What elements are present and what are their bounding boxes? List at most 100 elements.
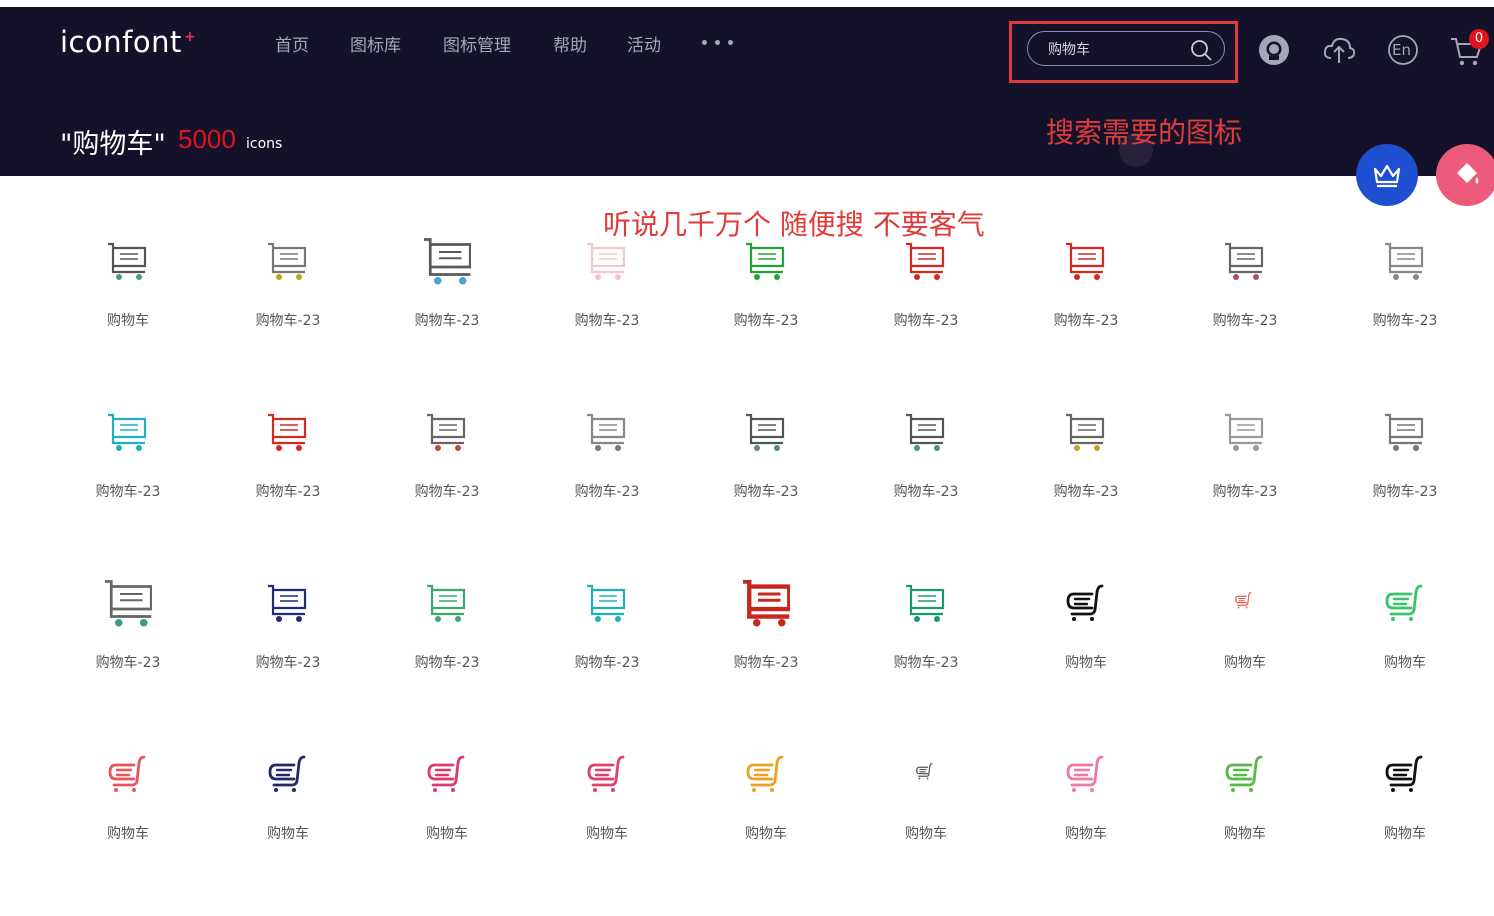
upload-cloud-icon[interactable] [1322, 33, 1356, 67]
result-count: 5000 [178, 124, 236, 154]
icon-grid-item[interactable]: 购物车-23 [208, 232, 368, 403]
icon-grid-item[interactable]: 购物车-23 [527, 574, 687, 745]
icon-grid-item[interactable]: 购物车 [527, 745, 687, 916]
shopping-cart-icon [1235, 592, 1252, 609]
icon-grid-item-label: 购物车-23 [733, 313, 799, 329]
icon-grid-item[interactable]: 购物车-23 [367, 574, 527, 745]
icon-grid-item[interactable]: 购物车 [367, 745, 527, 916]
icon-grid-item[interactable]: 购物车-23 [1006, 403, 1166, 574]
icon-grid-item[interactable]: 购物车-23 [1165, 232, 1325, 403]
vip-crown-button[interactable] [1356, 144, 1418, 206]
shopping-cart-icon [268, 413, 307, 451]
icon-grid-item[interactable]: 购物车-23 [846, 574, 1006, 745]
icon-grid-item[interactable]: 购物车-23 [527, 232, 687, 403]
icon-grid-item[interactable]: 购物车-23 [1325, 403, 1485, 574]
shopping-cart-icon [108, 413, 147, 451]
shopping-cart-icon [916, 763, 933, 780]
icon-grid-item[interactable]: 购物车 [1325, 745, 1485, 916]
crown-icon [1373, 164, 1401, 188]
icon-grid-item-label: 购物车 [1065, 655, 1107, 671]
theme-paint-button[interactable] [1436, 144, 1494, 206]
github-icon[interactable] [1257, 33, 1291, 67]
shopping-cart-icon [743, 580, 790, 627]
shopping-cart-icon [1066, 584, 1104, 621]
icon-grid-item[interactable]: 购物车 [48, 232, 208, 403]
icon-grid-item-label: 购物车-23 [95, 484, 161, 500]
icon-grid-item-label: 购物车 [905, 826, 947, 842]
icon-grid-item[interactable]: 购物车-23 [48, 574, 208, 745]
icon-grid-item[interactable]: 购物车 [686, 745, 846, 916]
icon-grid-item[interactable]: 购物车-23 [1165, 403, 1325, 574]
icon-grid-item[interactable]: 购物车-23 [686, 574, 846, 745]
shopping-cart-icon [1385, 242, 1424, 280]
shopping-cart-icon [587, 413, 626, 451]
shopping-cart-icon [746, 755, 784, 792]
icon-grid-item[interactable]: 购物车 [846, 745, 1006, 916]
shopping-cart-icon [1225, 413, 1264, 451]
icon-grid-item[interactable]: 购物车-23 [1325, 232, 1485, 403]
icon-grid-item[interactable]: 购物车-23 [686, 232, 846, 403]
nav-activity[interactable]: 活动 [627, 31, 661, 56]
icon-grid-item[interactable]: 购物车-23 [208, 574, 368, 745]
icon-grid-item[interactable]: 购物车-23 [846, 232, 1006, 403]
nav-help[interactable]: 帮助 [553, 31, 587, 56]
icon-grid-item[interactable]: 购物车-23 [367, 403, 527, 574]
icon-grid-item[interactable]: 购物车-23 [367, 232, 527, 403]
nav-home[interactable]: 首页 [275, 31, 309, 56]
shopping-cart-icon [268, 584, 307, 622]
icon-grid-item-label: 购物车 [745, 826, 787, 842]
shopping-cart-icon [427, 584, 466, 622]
shopping-cart-icon [746, 413, 785, 451]
icon-grid-item-label: 购物车-23 [733, 484, 799, 500]
icon-grid-item[interactable]: 购物车 [1006, 745, 1166, 916]
icon-grid-item[interactable]: 购物车 [1006, 574, 1166, 745]
icon-grid-item[interactable]: 购物车 [1165, 574, 1325, 745]
shopping-cart-icon [105, 580, 152, 627]
icon-grid-item-label: 购物车 [1384, 826, 1426, 842]
logo-mark: + [184, 29, 196, 45]
icon-grid-item-label: 购物车-23 [893, 484, 959, 500]
icon-grid-item-label: 购物车-23 [414, 655, 480, 671]
icon-grid-item-label: 购物车 [1065, 826, 1107, 842]
cart-count-badge: 0 [1469, 29, 1489, 49]
shopping-cart-icon [587, 242, 626, 280]
icon-grid-item[interactable]: 购物车-23 [1006, 232, 1166, 403]
icon-grid-item-label: 购物车 [267, 826, 309, 842]
icon-grid-item[interactable]: 购物车-23 [208, 403, 368, 574]
icon-grid-item[interactable]: 购物车-23 [846, 403, 1006, 574]
search-icon[interactable] [1190, 39, 1212, 61]
search-input[interactable] [1048, 40, 1178, 58]
icon-grid-item-label: 购物车-23 [414, 484, 480, 500]
icon-grid-item-label: 购物车-23 [255, 313, 321, 329]
ellipsis-icon[interactable] [702, 37, 742, 47]
icon-grid-item-label: 购物车-23 [893, 313, 959, 329]
icon-grid-item[interactable]: 购物车 [48, 745, 208, 916]
shopping-cart-icon [108, 242, 147, 280]
icon-grid-item[interactable]: 购物车-23 [48, 403, 208, 574]
language-label: En [1392, 41, 1411, 59]
icon-grid: 购物车 购物车-23 购物车-23 购物车-23 购物车-23 购物车-23 购物车-23 购… [48, 232, 1488, 868]
shopping-cart-icon [587, 755, 625, 792]
icon-grid-item-label: 购物车 [586, 826, 628, 842]
logo[interactable]: iconfont [60, 25, 182, 59]
icon-grid-item[interactable]: 购物车-23 [686, 403, 846, 574]
icon-grid-item-label: 购物车-23 [1372, 484, 1438, 500]
shopping-cart-icon [1385, 413, 1424, 451]
shopping-cart-icon [1225, 242, 1264, 280]
icon-grid-item-label: 购物车 [107, 826, 149, 842]
icon-grid-item-label: 购物车-23 [255, 655, 321, 671]
nav-icon-management[interactable]: 图标管理 [443, 31, 511, 56]
nav-icon-library[interactable]: 图标库 [350, 31, 401, 56]
icon-grid-item-label: 购物车-23 [255, 484, 321, 500]
icon-grid-item-label: 购物车 [1384, 655, 1426, 671]
paint-bucket-icon [1457, 163, 1479, 184]
shopping-cart-icon [1385, 755, 1423, 792]
icon-grid-item-label: 购物车-23 [574, 655, 640, 671]
icon-grid-item[interactable]: 购物车 [208, 745, 368, 916]
icon-grid-item[interactable]: 购物车 [1165, 745, 1325, 916]
icon-grid-item[interactable]: 购物车-23 [527, 403, 687, 574]
result-unit: icons [246, 136, 283, 152]
icon-grid-item-label: 购物车-23 [733, 655, 799, 671]
icon-grid-item[interactable]: 购物车 [1325, 574, 1485, 745]
shopping-cart-icon [746, 242, 785, 280]
